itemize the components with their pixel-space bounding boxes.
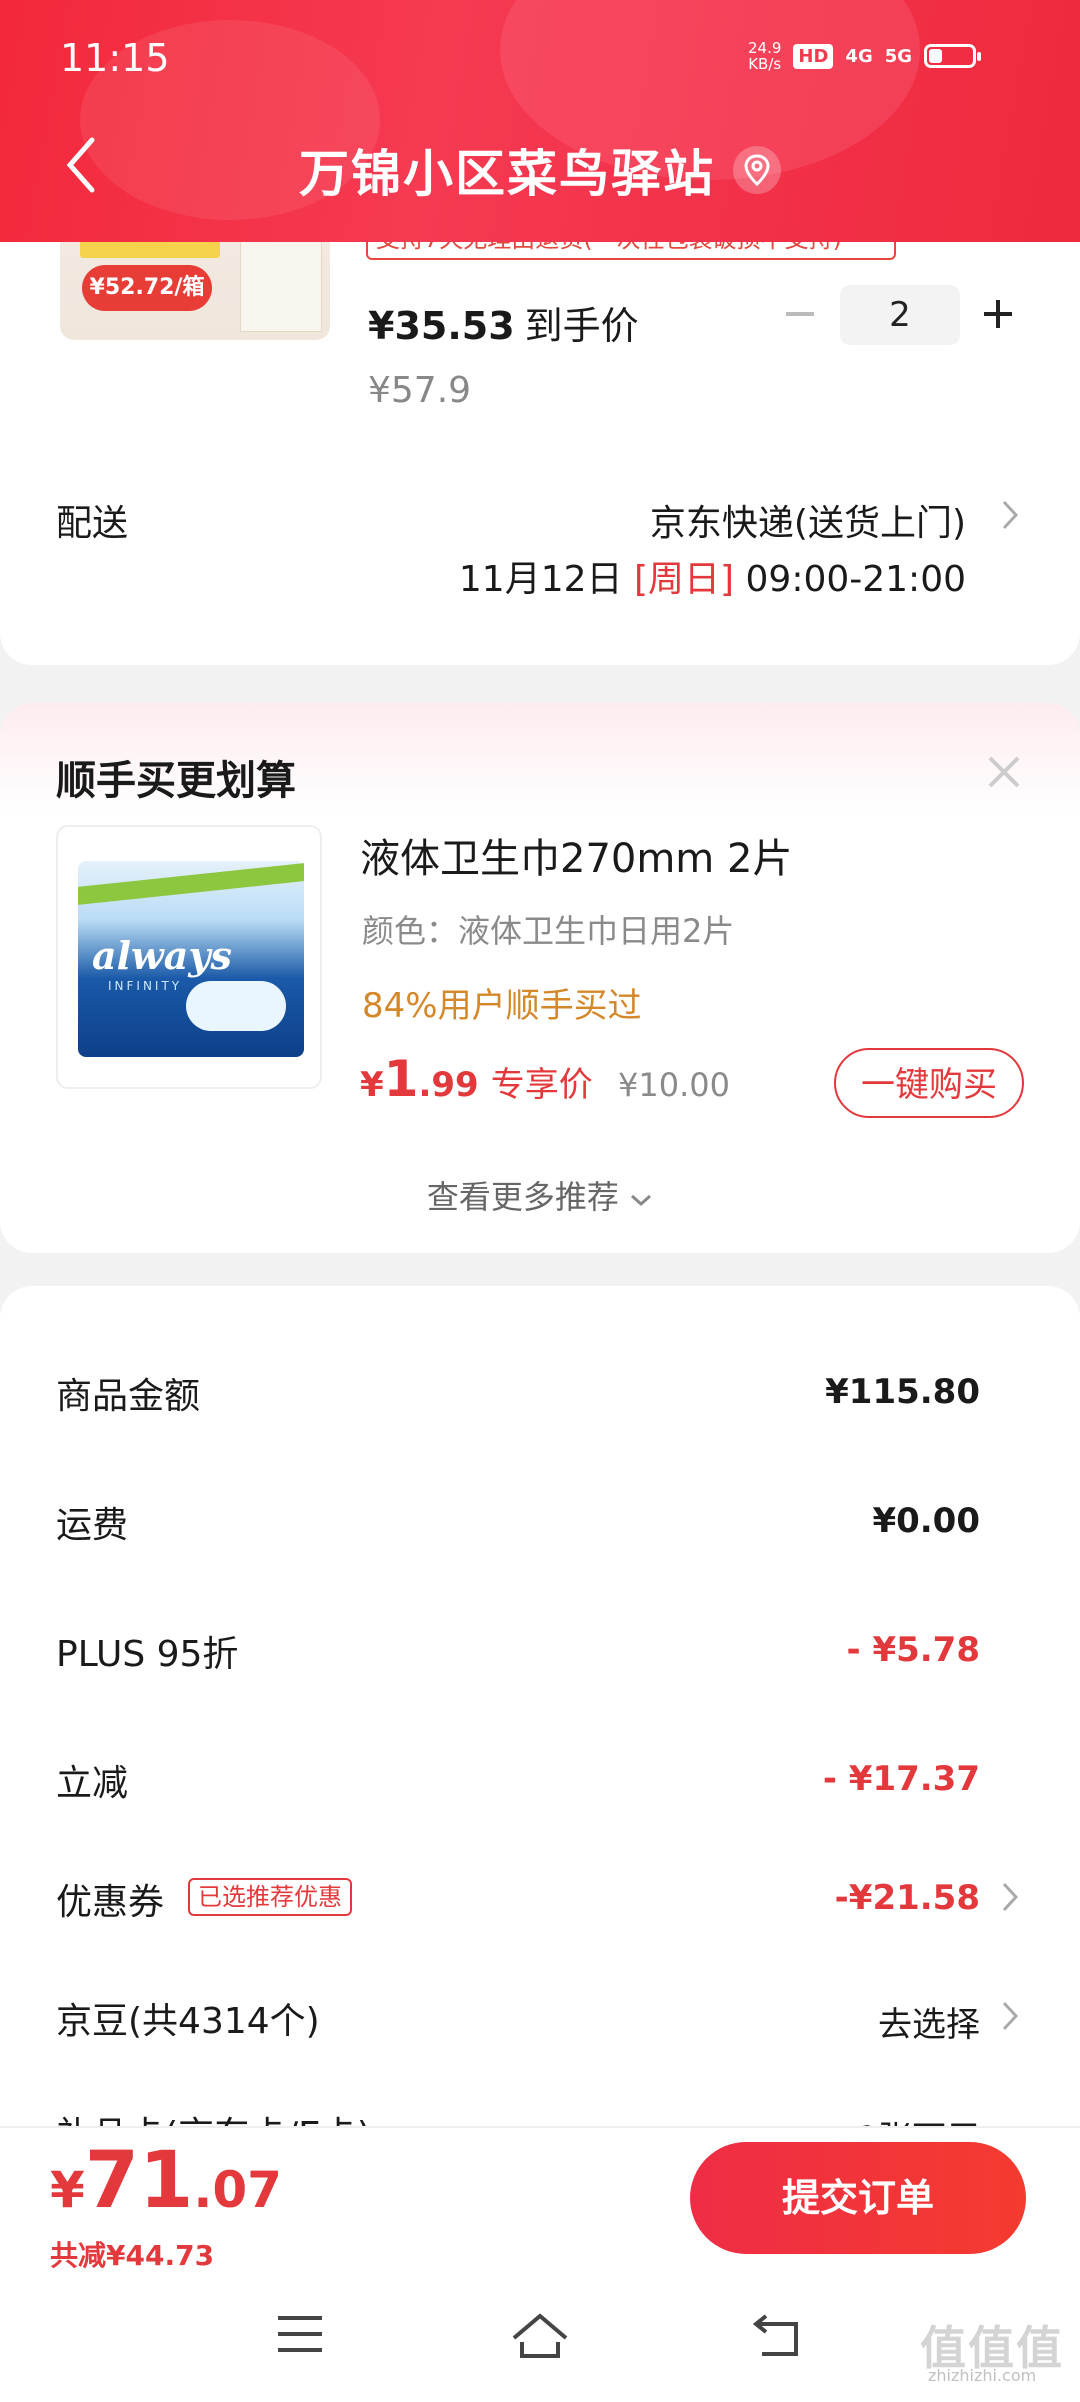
- quantity-input[interactable]: 2: [840, 285, 960, 345]
- summary-row-label: PLUS 95折: [56, 1634, 239, 1675]
- recommend-product-color: 颜色：液体卫生巾日用2片: [362, 912, 735, 950]
- total-saved: 共减¥44.73: [50, 2239, 215, 2272]
- coupon-tag: 已选推荐优惠: [188, 1878, 352, 1916]
- summary-row-label: 商品金额: [56, 1376, 201, 1417]
- coupon-value[interactable]: -¥21.58: [640, 1878, 980, 1918]
- coupon-label[interactable]: 优惠券: [56, 1873, 164, 1925]
- jingdou-label[interactable]: 京豆(共4314个): [56, 1992, 320, 2044]
- recommend-price: ¥1.99 专享价: [360, 1050, 593, 1108]
- summary-row-value: ¥115.80: [825, 1372, 980, 1412]
- recommend-bought-note: 84%用户顺手买过: [362, 986, 642, 1026]
- home-icon[interactable]: [510, 2312, 570, 2364]
- menu-icon[interactable]: [276, 2312, 324, 2360]
- final-price: ¥35.53 到手价: [368, 295, 639, 350]
- status-icons: 24.9 KB/s HD 4G 5G: [748, 39, 982, 73]
- page-title: 万锦小区菜鸟驿站: [0, 134, 1080, 206]
- one-click-buy-button[interactable]: 一键购买: [834, 1048, 1024, 1118]
- app-header: 11:15 24.9 KB/s HD 4G 5G 万锦小区菜鸟驿站: [0, 0, 1080, 242]
- chevron-down-icon: [631, 1194, 652, 1207]
- final-price-value: ¥35.53: [368, 304, 515, 348]
- back-arrow-icon[interactable]: [752, 2312, 804, 2364]
- status-time: 11:15: [60, 36, 170, 80]
- location-pin-icon[interactable]: [733, 146, 781, 194]
- summary-row-label: 运费: [56, 1505, 129, 1546]
- summary-row-value: - ¥5.78: [846, 1630, 981, 1670]
- hd-icon: HD: [793, 43, 834, 69]
- recommend-product-name[interactable]: 液体卫生巾270mm 2片: [360, 826, 792, 884]
- delivery-label: 配送: [56, 503, 129, 544]
- summary-row-label: 立减: [56, 1763, 129, 1804]
- watermark-url: zhizhizhi.com: [928, 2366, 1037, 2385]
- chevron-right-icon[interactable]: [1000, 1880, 1020, 1918]
- close-icon[interactable]: [984, 752, 1024, 792]
- net-speed: 24.9 KB/s: [748, 39, 782, 73]
- chevron-right-icon[interactable]: [1000, 1999, 1020, 2037]
- plus-icon[interactable]: [980, 296, 1016, 332]
- see-more-link[interactable]: 查看更多推荐: [0, 1172, 1080, 1218]
- delivery-method[interactable]: 京东快递(送货上门): [560, 494, 966, 546]
- summary-row-value: - ¥17.37: [822, 1759, 980, 1799]
- delivery-time: 11月12日 [周日] 09:00-21:00: [458, 559, 966, 600]
- signal-4g-icon: 4G: [845, 45, 873, 67]
- chevron-right-icon[interactable]: [1000, 498, 1020, 536]
- recommend-title: 顺手买更划算: [56, 758, 296, 804]
- submit-order-button[interactable]: 提交订单: [690, 2142, 1026, 2254]
- final-price-suffix: 到手价: [524, 304, 639, 348]
- battery-icon: [924, 44, 982, 68]
- jingdou-value[interactable]: 去选择: [640, 1997, 980, 2046]
- signal-5g-icon: 5G: [884, 45, 913, 67]
- product-brand-logo: always: [92, 933, 232, 978]
- recommend-old-price: ¥10.00: [618, 1066, 730, 1104]
- image-price-tag: ¥52.72/箱: [82, 265, 212, 311]
- total-price: ¥71.07: [50, 2136, 282, 2226]
- recommend-product-image[interactable]: always INFINITY: [56, 825, 322, 1089]
- original-price: ¥57.9: [368, 370, 472, 411]
- minus-icon[interactable]: [782, 296, 818, 332]
- summary-row-value: ¥0.00: [872, 1501, 980, 1541]
